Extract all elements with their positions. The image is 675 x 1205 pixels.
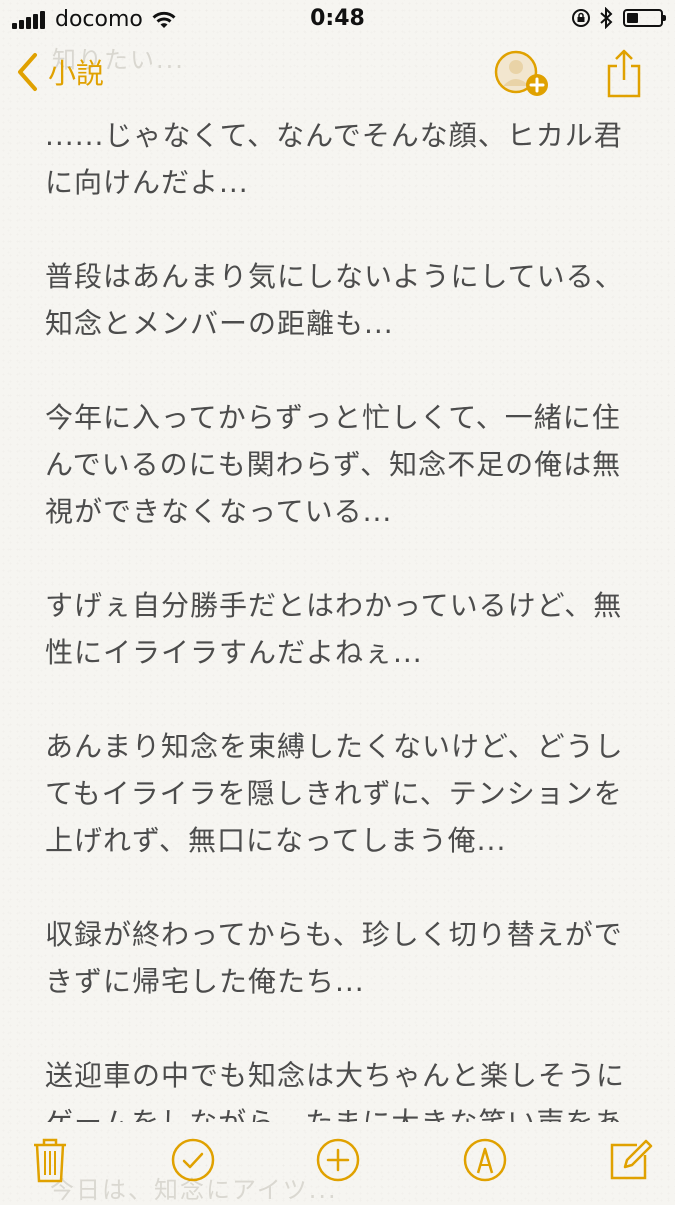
note-paragraph: ......じゃなくて、なんでそんな顔、ヒカル君に向けんだよ... — [45, 119, 623, 199]
markup-button[interactable] — [461, 1136, 509, 1184]
add-people-button[interactable] — [492, 50, 554, 100]
checklist-icon — [171, 1138, 215, 1182]
battery-level — [627, 13, 639, 23]
chevron-left-icon — [18, 53, 37, 91]
bottom-toolbar — [0, 1130, 675, 1200]
delete-button[interactable] — [26, 1136, 74, 1184]
note-paragraph: 収録が終わってからも、珍しく切り替えができずに帰宅した俺たち... — [45, 918, 623, 998]
add-person-icon — [494, 50, 548, 96]
share-icon — [607, 49, 641, 98]
add-icon — [316, 1138, 360, 1182]
compose-icon — [610, 1139, 653, 1180]
back-button-label: 小説 — [48, 57, 105, 90]
checklist-button[interactable] — [169, 1136, 217, 1184]
note-paragraph: 普段はあんまり気にしないようにしている、知念とメンバーの距離も... — [45, 260, 624, 340]
nav-bar: 知りたい... 小説 — [0, 40, 675, 110]
bluetooth-icon — [600, 7, 613, 29]
back-button[interactable]: 小説 — [16, 52, 104, 92]
trash-icon — [34, 1138, 66, 1183]
add-attachment-button[interactable] — [314, 1136, 362, 1184]
share-button[interactable] — [604, 48, 644, 100]
status-right — [563, 7, 666, 29]
note-paragraph: すげぇ自分勝手だとはわかっているけど、無性にイライラすんだよねぇ... — [45, 589, 623, 669]
battery-icon — [623, 9, 666, 27]
note-paragraph: 今年に入ってからずっと忙しくて、一緒に住んでいるのにも関わらず、知念不足の俺は無… — [45, 401, 622, 528]
markup-icon — [463, 1138, 507, 1182]
compose-button[interactable] — [606, 1136, 654, 1184]
note-paragraph: あんまり知念を束縛したくないけど、どうしてもイライラを隠しきれずに、テンションを… — [45, 730, 624, 857]
orientation-lock-icon — [572, 9, 590, 27]
note-body[interactable]: ......じゃなくて、なんでそんな顔、ヒカル君に向けんだよ... 普段はあんま… — [45, 112, 645, 1122]
status-bar: docomo 0:48 — [0, 0, 675, 40]
note-paragraph: 送迎車の中でも知念は大ちゃんと楽しそうにゲームをしながら、たまに大きな笑い声をあ… — [45, 1059, 626, 1122]
